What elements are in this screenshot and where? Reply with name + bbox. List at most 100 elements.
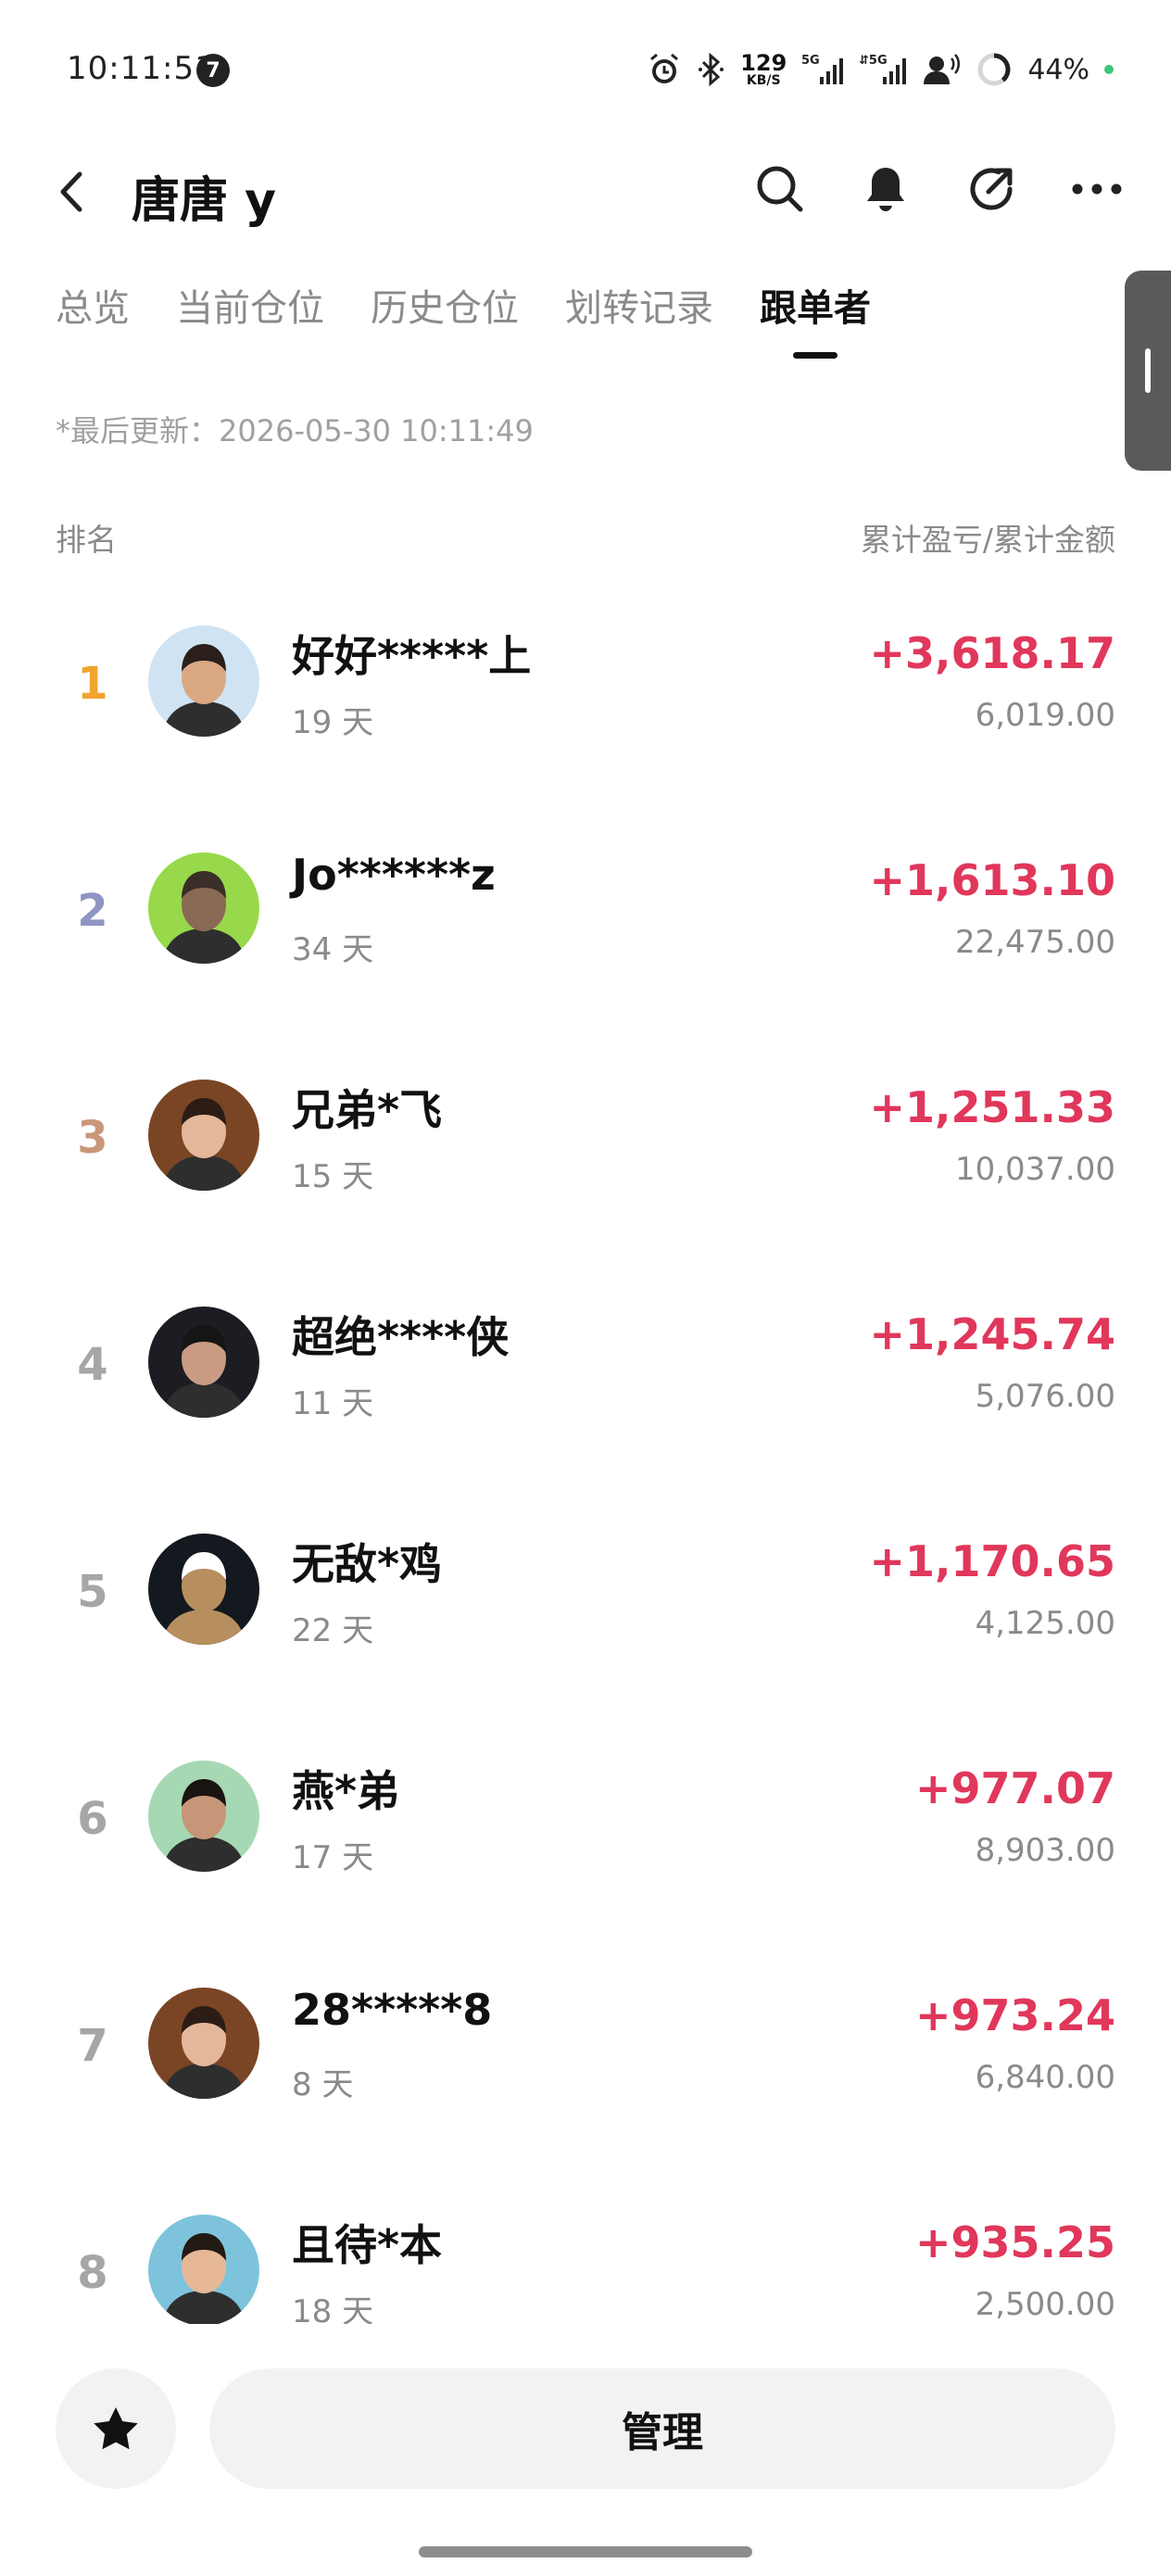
follower-name: 无敌*鸡 <box>292 1539 443 1589</box>
cumulative-amount: 8,903.00 <box>975 1832 1115 1869</box>
cumulative-pnl: +1,613.10 <box>869 855 1115 905</box>
follower-name: 且待*本 <box>292 2220 443 2270</box>
list-item[interactable]: 2 Jo******z 34 天 +1,613.10 22,475.00 <box>0 811 1171 1012</box>
avatar <box>148 852 259 964</box>
battery-ring-icon <box>976 51 1013 88</box>
app-header: 唐唐 y <box>0 139 1171 250</box>
chevron-left-icon <box>60 171 82 212</box>
cumulative-amount: 6,840.00 <box>975 2059 1115 2096</box>
cumulative-pnl: +977.07 <box>914 1763 1115 1813</box>
follower-name: 好好*****上 <box>292 631 532 681</box>
column-pnl-label: 累计盈亏/累计金额 <box>860 522 1115 558</box>
svg-text:5G: 5G <box>801 54 820 68</box>
avatar <box>148 1534 259 1645</box>
cumulative-pnl: +935.25 <box>914 2217 1115 2267</box>
list-item[interactable]: 6 燕*弟 17 天 +977.07 8,903.00 <box>0 1719 1171 1920</box>
list-item[interactable]: 7 28*****8 8 天 +973.24 6,840.00 <box>0 1946 1171 2147</box>
rank-number: 3 <box>77 1112 108 1164</box>
back-button[interactable] <box>48 169 94 215</box>
signal-5g-icon: 5G <box>801 51 844 88</box>
star-icon <box>94 2407 138 2450</box>
list-item[interactable]: 3 兄弟*飞 15 天 +1,251.33 10,037.00 <box>0 1038 1171 1239</box>
follow-days: 34 天 <box>292 931 374 968</box>
more-icon <box>1072 183 1122 195</box>
rank-number: 1 <box>77 658 108 710</box>
rank-number: 5 <box>77 1566 108 1618</box>
list-item[interactable]: 8 且待*本 18 天 +935.25 2,500.00 <box>0 2173 1171 2324</box>
tab-current-positions[interactable]: 当前仓位 <box>176 278 324 352</box>
bluetooth-icon <box>698 51 725 88</box>
tab-bar: 总览 当前仓位 历史仓位 划转记录 跟单者 <box>56 278 917 352</box>
list-item[interactable]: 5 无敌*鸡 22 天 +1,170.65 4,125.00 <box>0 1492 1171 1693</box>
follower-name: 超绝****侠 <box>292 1312 510 1362</box>
follower-name: 燕*弟 <box>292 1766 400 1816</box>
search-icon <box>757 166 803 212</box>
share-button[interactable] <box>965 163 1017 215</box>
rank-number: 6 <box>77 1793 108 1845</box>
rank-number: 2 <box>77 885 108 937</box>
column-rank-label: 排名 <box>56 522 117 558</box>
list-item[interactable]: 4 超绝****侠 11 天 +1,245.74 5,076.00 <box>0 1265 1171 1466</box>
cumulative-amount: 22,475.00 <box>954 924 1115 961</box>
follower-name: 28*****8 <box>292 1985 493 2035</box>
cumulative-amount: 6,019.00 <box>975 697 1115 734</box>
status-icons: 129 KB/S 5G ⇵5G 44% <box>646 46 1114 93</box>
page-title: 唐唐 y <box>132 173 277 229</box>
cumulative-pnl: +3,618.17 <box>869 628 1115 678</box>
tab-transfer-records[interactable]: 划转记录 <box>565 278 713 352</box>
list-item[interactable]: 1 好好*****上 19 天 +3,618.17 6,019.00 <box>0 584 1171 785</box>
avatar <box>148 1988 259 2099</box>
network-speed: 129 KB/S <box>740 50 787 88</box>
home-indicator[interactable] <box>419 2546 752 2557</box>
follow-days: 17 天 <box>292 1839 374 1876</box>
last-updated-text: *最后更新：2026-05-30 10:11:49 <box>56 413 534 448</box>
share-icon <box>970 168 1013 210</box>
avatar <box>148 2215 259 2324</box>
bell-icon <box>867 168 904 211</box>
avatar <box>148 1761 259 1872</box>
column-header: 排名 累计盈亏/累计金额 <box>56 515 1115 560</box>
manage-button[interactable]: 管理 <box>209 2368 1115 2489</box>
cumulative-amount: 10,037.00 <box>954 1151 1115 1188</box>
cumulative-pnl: +1,245.74 <box>869 1309 1115 1359</box>
rank-number: 4 <box>77 1339 108 1391</box>
battery-percent: 44% <box>1027 53 1089 86</box>
tab-overview[interactable]: 总览 <box>56 278 130 352</box>
avatar <box>148 1307 259 1418</box>
avatar <box>148 1080 259 1191</box>
bottom-action-bar: 管理 <box>0 2324 1171 2576</box>
follow-days: 15 天 <box>292 1158 374 1195</box>
rank-number: 8 <box>77 2247 108 2299</box>
notification-badge: 7 <box>196 54 230 87</box>
hotspot-user-icon <box>922 51 961 88</box>
signal-5g-icon-2: ⇵5G <box>859 51 907 88</box>
follow-days: 18 天 <box>292 2293 374 2324</box>
follow-days: 19 天 <box>292 704 374 741</box>
follow-days: 8 天 <box>292 2066 354 2103</box>
follow-days: 11 天 <box>292 1385 374 1422</box>
favorite-button[interactable] <box>56 2368 176 2489</box>
avatar <box>148 625 259 737</box>
svg-text:⇵5G: ⇵5G <box>859 54 888 68</box>
notification-button[interactable] <box>860 163 912 215</box>
charging-dot <box>1104 65 1114 74</box>
cumulative-amount: 2,500.00 <box>975 2286 1115 2323</box>
alarm-icon <box>646 51 683 88</box>
follow-days: 22 天 <box>292 1612 374 1649</box>
tab-followers[interactable]: 跟单者 <box>760 278 871 352</box>
cumulative-amount: 5,076.00 <box>975 1378 1115 1415</box>
cumulative-pnl: +1,251.33 <box>869 1082 1115 1132</box>
more-button[interactable] <box>1071 163 1123 215</box>
rank-number: 7 <box>77 2020 108 2072</box>
cumulative-pnl: +1,170.65 <box>869 1536 1115 1586</box>
status-bar: 10:11:51 7 129 KB/S 5G ⇵5G 44% <box>0 0 1171 139</box>
search-button[interactable] <box>754 163 806 215</box>
follower-name: 兄弟*飞 <box>292 1085 443 1135</box>
cumulative-pnl: +973.24 <box>914 1990 1115 2040</box>
follower-list: 1 好好*****上 19 天 +3,618.17 6,019.00 2 Jo*… <box>0 584 1171 2324</box>
tab-history-positions[interactable]: 历史仓位 <box>371 278 519 352</box>
status-time: 10:11:51 <box>67 50 216 87</box>
cumulative-amount: 4,125.00 <box>975 1605 1115 1642</box>
follower-name: Jo******z <box>292 850 496 900</box>
side-drawer-handle[interactable] <box>1125 271 1171 471</box>
